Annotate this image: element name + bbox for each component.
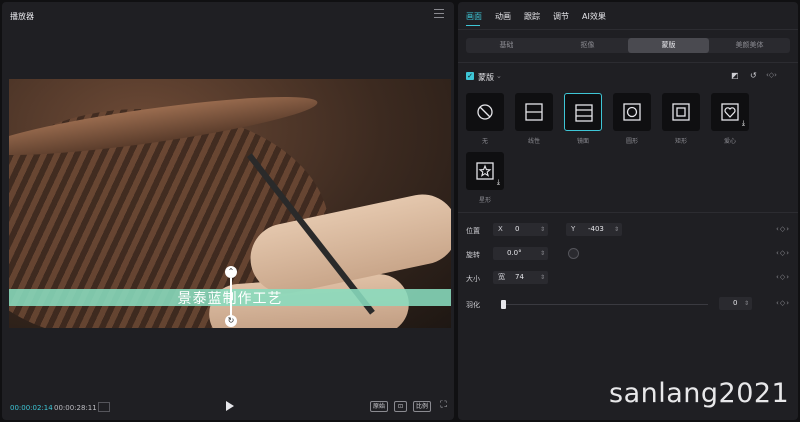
keyframe-nav-icon[interactable]: ‹◇› xyxy=(776,299,790,307)
stepper-icon[interactable]: ⇕ xyxy=(540,247,545,260)
current-time: 00:00:02:14 xyxy=(10,404,53,412)
mask-shape-label: 无 xyxy=(481,138,488,145)
linear-mask-icon xyxy=(525,103,543,121)
star-mask-icon xyxy=(476,162,494,180)
subtab-basic[interactable]: 基础 xyxy=(466,38,547,53)
mask-shape-rectangle[interactable] xyxy=(662,93,700,131)
feather-slider-thumb[interactable] xyxy=(501,300,506,309)
tab-animation[interactable]: 动画 xyxy=(495,11,511,22)
player-title: 播放器 xyxy=(10,12,34,21)
ratio-button[interactable]: 比例 xyxy=(413,401,431,412)
download-icon: ⤓ xyxy=(496,178,500,186)
stepper-icon[interactable]: ⇕ xyxy=(540,271,545,284)
position-y-field[interactable]: Y -403 ⇕ xyxy=(566,223,622,236)
watermark-text: sanlang2021 xyxy=(609,378,790,409)
subtab-beauty[interactable]: 美颜美体 xyxy=(709,38,790,53)
mask-section-title: 蒙版 xyxy=(478,73,494,82)
crop-icon[interactable]: ⊡ xyxy=(394,401,407,412)
expand-handle-icon[interactable]: ⌃ xyxy=(225,266,237,278)
main-tabs: 画面 动画 跟踪 调节 AI效果 xyxy=(466,11,606,22)
position-x-value[interactable]: 0 xyxy=(515,223,519,236)
keyframe-nav-icon[interactable]: ‹◇› xyxy=(776,249,790,257)
reset-icon[interactable]: ↺ xyxy=(750,71,757,80)
mask-shape-circle[interactable] xyxy=(613,93,651,131)
position-y-value[interactable]: -403 xyxy=(588,223,604,236)
position-x-field[interactable]: X 0 ⇕ xyxy=(493,223,548,236)
subtab-keying[interactable]: 抠像 xyxy=(547,38,628,53)
mask-shape-star[interactable]: ⤓ xyxy=(466,152,504,190)
keyframe-nav-icon[interactable]: ‹◇› xyxy=(776,273,790,281)
stepper-icon[interactable]: ⇕ xyxy=(540,223,545,236)
menu-icon[interactable] xyxy=(434,9,444,18)
invert-icon[interactable]: ◩ xyxy=(731,71,739,80)
axis-y-label: Y xyxy=(571,225,576,233)
axis-x-label: X xyxy=(498,225,503,233)
feather-label: 羽化 xyxy=(466,301,480,309)
properties-panel: 画面 动画 跟踪 调节 AI效果 基础 抠像 蒙版 美颜美体 ✓ 蒙版 ⌄ ◩ … xyxy=(458,2,798,420)
size-width-field[interactable]: 宽 74 ⇕ xyxy=(493,271,548,284)
width-label: 宽 xyxy=(498,273,505,281)
keyframe-nav-icon[interactable]: ‹◇› xyxy=(766,71,777,79)
mask-checkbox[interactable]: ✓ xyxy=(466,72,474,80)
divider xyxy=(458,29,798,30)
timeline-grid-icon[interactable] xyxy=(98,402,110,412)
stepper-icon[interactable]: ⇕ xyxy=(614,223,619,236)
divider xyxy=(458,212,798,213)
mask-shape-label: 线性 xyxy=(527,138,540,145)
sub-tabs: 基础 抠像 蒙版 美颜美体 xyxy=(466,38,790,53)
rotation-label: 旋转 xyxy=(466,251,480,259)
tab-tracking[interactable]: 跟踪 xyxy=(524,11,540,22)
rotate-handle-icon[interactable]: ↻ xyxy=(225,315,237,327)
mask-shape-heart[interactable]: ⤓ xyxy=(711,93,749,131)
mask-shape-linear[interactable] xyxy=(515,93,553,131)
divider xyxy=(458,62,798,63)
subtab-mask[interactable]: 蒙版 xyxy=(628,38,709,53)
rectangle-mask-icon xyxy=(672,103,690,121)
stepper-icon[interactable]: ⇕ xyxy=(744,297,749,310)
circle-mask-icon xyxy=(623,103,641,121)
heart-mask-icon xyxy=(721,103,739,121)
mirror-mask-icon xyxy=(575,104,593,122)
video-preview[interactable]: 景泰蓝制作工艺 ⌃ ↻ xyxy=(9,79,451,328)
chevron-down-icon[interactable]: ⌄ xyxy=(496,72,502,80)
mask-shape-label: 圆形 xyxy=(625,138,638,145)
play-button[interactable] xyxy=(226,401,234,411)
mask-shape-mirror[interactable] xyxy=(564,93,602,131)
active-tab-indicator xyxy=(466,25,480,26)
feather-value[interactable]: 0 xyxy=(733,297,737,310)
original-button[interactable]: 原始 xyxy=(370,401,388,412)
feather-field[interactable]: 0 ⇕ xyxy=(719,297,752,310)
rotation-knob[interactable] xyxy=(568,248,579,259)
player-panel: 播放器 景泰蓝制作工艺 ⌃ ↻ 00:00:02:14 00:00:28:11 … xyxy=(2,2,454,420)
mask-shape-label: 矩形 xyxy=(674,138,687,145)
tab-picture[interactable]: 画面 xyxy=(466,11,482,22)
tab-adjust[interactable]: 调节 xyxy=(553,11,569,22)
rotation-field[interactable]: 0.0° ⇕ xyxy=(493,247,548,260)
rotation-value[interactable]: 0.0° xyxy=(507,247,522,260)
feather-slider-track[interactable] xyxy=(503,304,708,305)
mask-shape-label: 星形 xyxy=(478,197,491,204)
mask-shape-none[interactable] xyxy=(466,93,504,131)
fullscreen-icon[interactable]: ⛶ xyxy=(438,401,449,412)
keyframe-nav-icon[interactable]: ‹◇› xyxy=(776,225,790,233)
size-width-value[interactable]: 74 xyxy=(515,271,524,284)
mask-shape-label: 镜面 xyxy=(576,138,589,145)
none-icon xyxy=(477,104,493,120)
tab-ai-effects[interactable]: AI效果 xyxy=(582,11,606,22)
mask-shape-label: 爱心 xyxy=(723,138,736,145)
mask-guide-line xyxy=(230,278,232,316)
position-label: 位置 xyxy=(466,227,480,235)
size-label: 大小 xyxy=(466,275,480,283)
download-icon: ⤓ xyxy=(741,119,745,127)
total-time: 00:00:28:11 xyxy=(54,404,97,412)
